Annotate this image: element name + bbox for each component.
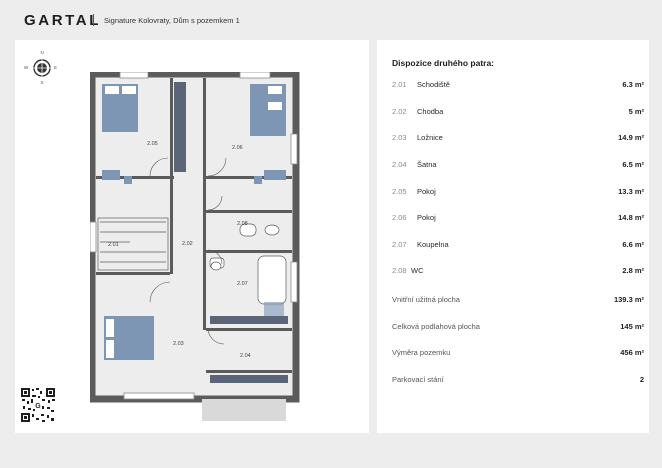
summary-value: 456 m² <box>620 348 644 357</box>
room-area: 13.3 m² <box>618 187 644 196</box>
room-row: 2.02 Chodba 5 m² <box>392 107 644 123</box>
room-name: Šatna <box>417 160 437 169</box>
room-number: 2.06 <box>392 213 407 222</box>
summary-row: Vnitřní užitná plocha 139.3 m² <box>392 295 644 311</box>
room-name: WC <box>411 266 424 275</box>
room-name: Pokoj <box>417 187 436 196</box>
room-area: 6.3 m² <box>622 80 644 89</box>
summary-row: Výměra pozemku 456 m² <box>392 348 644 364</box>
label-2-06: 2.06 <box>232 145 243 151</box>
room-area: 6.5 m² <box>622 160 644 169</box>
floor-plan: 2.05 2.06 2.01 2.02 2.08 2.07 2.03 2.04 <box>90 72 300 421</box>
room-area: 14.8 m² <box>618 213 644 222</box>
room-row: 2.05 Pokoj 13.3 m² <box>392 187 644 203</box>
label-2-07: 2.07 <box>237 281 248 287</box>
summary-value: 145 m² <box>620 322 644 331</box>
qr-code[interactable]: G <box>20 387 56 423</box>
room-row: 2.01 Schodiště 6.3 m² <box>392 80 644 96</box>
compass-south: S <box>40 80 44 85</box>
room-row: 2.08 WC 2.8 m² <box>392 266 644 282</box>
room-row: 2.07 Koupelna 6.6 m² <box>392 240 644 256</box>
summary-label: Vnitřní užitná plocha <box>392 295 460 304</box>
summary-label: Výměra pozemku <box>392 348 451 357</box>
room-row: 2.04 Šatna 6.5 m² <box>392 160 644 176</box>
room-name: Koupelna <box>417 240 449 249</box>
room-area: 14.9 m² <box>618 133 644 142</box>
label-2-01: 2.01 <box>108 242 119 248</box>
room-area: 5 m² <box>628 107 644 116</box>
room-row: 2.06 Pokoj 14.8 m² <box>392 213 644 229</box>
room-number: 2.07 <box>392 240 407 249</box>
label-2-03: 2.03 <box>173 341 184 347</box>
room-number: 2.03 <box>392 133 407 142</box>
terrace <box>202 399 286 421</box>
compass-north: N <box>40 50 44 55</box>
room-number: 2.01 <box>392 80 407 89</box>
room-number: 2.04 <box>392 160 407 169</box>
room-name: Chodba <box>417 107 444 116</box>
room-number: 2.08 <box>392 266 407 275</box>
label-2-02: 2.02 <box>182 241 193 247</box>
room-table-title: Dispozice druhého patra: <box>392 58 495 68</box>
label-2-08: 2.08 <box>237 221 248 227</box>
room-row: 2.03 Ložnice 14.9 m² <box>392 133 644 149</box>
room-number: 2.02 <box>392 107 407 116</box>
compass-icon: N S E W <box>24 50 60 86</box>
project-subtitle: Signature Kolovraty, Dům s pozemkem 1 <box>104 16 240 25</box>
room-name: Pokoj <box>417 213 436 222</box>
header-separator <box>93 14 94 26</box>
room-area: 6.6 m² <box>622 240 644 249</box>
summary-value: 2 <box>639 375 644 384</box>
room-number: 2.05 <box>392 187 407 196</box>
summary-label: Celková podlahová plocha <box>392 322 480 331</box>
summary-value: 139.3 m² <box>613 295 644 304</box>
gartal-logo[interactable]: GARTAL <box>24 12 101 29</box>
compass-east: E <box>54 65 58 70</box>
room-name: Schodiště <box>417 80 450 89</box>
label-2-05: 2.05 <box>147 141 158 147</box>
label-2-04: 2.04 <box>240 353 251 359</box>
svg-text:G: G <box>35 403 41 410</box>
room-name: Ložnice <box>417 133 443 142</box>
room-area: 2.8 m² <box>622 266 644 275</box>
summary-row: Celková podlahová plocha 145 m² <box>392 322 644 338</box>
header: GARTAL Signature Kolovraty, Dům s pozemk… <box>0 0 662 38</box>
summary-label: Parkovací stání <box>392 375 444 384</box>
compass-west: W <box>24 65 29 70</box>
summary-row: Parkovací stání 2 <box>392 375 644 391</box>
